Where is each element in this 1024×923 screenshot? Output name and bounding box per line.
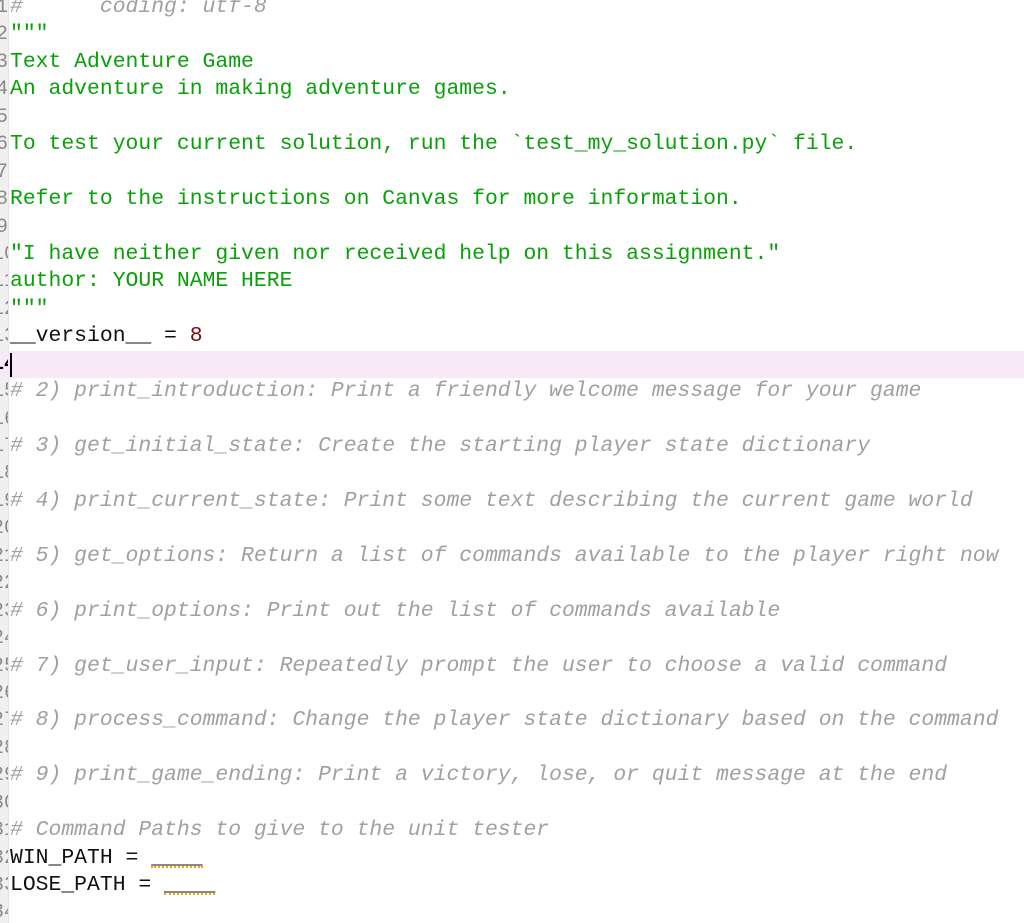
code-line-19[interactable]: 19 # 4) print_current_state: Print some …	[0, 488, 1024, 515]
line-number: 31	[0, 817, 8, 844]
comment-process-command: # 8) process_command: Change the player …	[10, 708, 999, 733]
code-line-23[interactable]: 23 # 6) print_options: Print out the lis…	[0, 598, 1024, 625]
code-line-29[interactable]: 29 # 9) print_game_ending: Print a victo…	[0, 762, 1024, 789]
docstring-test-instructions: To test your current solution, run the `…	[10, 132, 858, 157]
docstring-open: """	[10, 22, 49, 47]
code-line-17[interactable]: 17 # 3) get_initial_state: Create the st…	[0, 433, 1024, 460]
code-line-20[interactable]: 20	[0, 515, 1024, 542]
line-number: 4	[0, 78, 8, 102]
code-line-15[interactable]: 15 # 2) print_introduction: Print a frie…	[0, 378, 1024, 405]
line-number: 12	[0, 296, 8, 323]
code-line-3[interactable]: 3 Text Adventure Game	[0, 49, 1024, 76]
text-cursor	[10, 352, 12, 377]
code-line-27[interactable]: 27 # 8) process_command: Change the play…	[0, 707, 1024, 734]
code-line-14-current[interactable]: 14	[0, 350, 1024, 379]
line-number: 5	[0, 105, 8, 129]
line-number: 15	[0, 378, 8, 405]
code-line-26[interactable]: 26	[0, 680, 1024, 707]
code-line-4[interactable]: 4 An adventure in making adventure games…	[0, 76, 1024, 103]
line-number: 1	[0, 0, 8, 19]
comment-get-user-input: # 7) get_user_input: Repeatedly prompt t…	[10, 653, 948, 678]
code-lines: 1 # coding: utf-8 2 """ 3 Text Adventure…	[0, 0, 1024, 923]
version-value: 8	[189, 324, 203, 349]
comment-get-options: # 5) get_options: Return a list of comma…	[10, 543, 999, 568]
line-number: 13	[0, 323, 8, 350]
docstring-close: """	[10, 296, 49, 321]
coding-comment: # coding: utf-8	[10, 0, 267, 19]
docstring-author: author: YOUR NAME HERE	[10, 269, 293, 294]
line-number: 20	[0, 515, 8, 542]
lose-path-name: LOSE_PATH =	[10, 873, 165, 897]
line-number: 26	[0, 680, 8, 707]
line-number: 25	[0, 653, 8, 680]
docstring-title: Text Adventure Game	[10, 49, 254, 74]
code-line-21[interactable]: 21 # 5) get_options: Return a list of co…	[0, 543, 1024, 570]
line-number: 10	[0, 241, 8, 268]
line-number: 34	[0, 899, 8, 923]
code-line-13[interactable]: 13 __version__ = 8	[0, 323, 1024, 350]
line-number: 3	[0, 50, 8, 74]
docstring-canvas-note: Refer to the instructions on Canvas for …	[10, 187, 742, 212]
code-line-34[interactable]: 34	[0, 899, 1024, 923]
code-line-12[interactable]: 12 """	[0, 296, 1024, 323]
line-number: 14	[0, 351, 8, 378]
code-line-16[interactable]: 16	[0, 406, 1024, 433]
win-path-assignment: WIN_PATH = ____	[10, 845, 203, 872]
comment-print-game-ending: # 9) print_game_ending: Print a victory,…	[10, 763, 948, 788]
version-assignment: __version__ = 8	[10, 323, 203, 350]
code-line-33[interactable]: 33 LOSE_PATH = ____	[0, 872, 1024, 899]
line-number: 18	[0, 460, 8, 487]
line-number: 22	[0, 570, 8, 597]
code-line-25[interactable]: 25 # 7) get_user_input: Repeatedly promp…	[0, 653, 1024, 680]
code-line-18[interactable]: 18	[0, 460, 1024, 487]
version-name: __version__ =	[10, 324, 190, 349]
line-number: 9	[0, 215, 8, 239]
line-number: 30	[0, 790, 8, 817]
win-path-placeholder-warning[interactable]: ____	[151, 845, 203, 872]
comment-print-current-state: # 4) print_current_state: Print some tex…	[10, 488, 973, 513]
line-number: 2	[0, 23, 8, 47]
line-number: 29	[0, 762, 8, 789]
code-line-11[interactable]: 11 author: YOUR NAME HERE	[0, 268, 1024, 295]
line-number: 33	[0, 872, 8, 899]
comment-command-paths: # Command Paths to give to the unit test…	[10, 818, 550, 843]
code-line-7[interactable]: 7	[0, 159, 1024, 186]
comment-print-introduction: # 2) print_introduction: Print a friendl…	[10, 379, 922, 404]
win-path-name: WIN_PATH =	[10, 845, 152, 870]
code-line-32[interactable]: 32 WIN_PATH = ____	[0, 845, 1024, 872]
line-number: 8	[0, 188, 8, 212]
code-line-28[interactable]: 28	[0, 735, 1024, 762]
line-number: 21	[0, 543, 8, 570]
lose-path-placeholder-warning[interactable]: ____	[164, 872, 216, 899]
docstring-honor-pledge: "I have neither given nor received help …	[10, 241, 781, 266]
line-number: 32	[0, 845, 8, 872]
code-line-24[interactable]: 24	[0, 625, 1024, 652]
line-number: 7	[0, 160, 8, 184]
code-line-31[interactable]: 31 # Command Paths to give to the unit t…	[0, 817, 1024, 844]
code-line-6[interactable]: 6 To test your current solution, run the…	[0, 131, 1024, 158]
code-line-22[interactable]: 22	[0, 570, 1024, 597]
comment-get-initial-state: # 3) get_initial_state: Create the start…	[10, 434, 871, 458]
code-line-8[interactable]: 8 Refer to the instructions on Canvas fo…	[0, 186, 1024, 213]
code-line-1[interactable]: 1 # coding: utf-8	[0, 0, 1024, 21]
docstring-subtitle: An adventure in making adventure games.	[10, 77, 511, 102]
code-editor[interactable]: 1 # coding: utf-8 2 """ 3 Text Adventure…	[0, 0, 1024, 923]
code-line-9[interactable]: 9	[0, 214, 1024, 241]
code-line-30[interactable]: 30	[0, 790, 1024, 817]
comment-print-options: # 6) print_options: Print out the list o…	[10, 598, 781, 623]
line-number: 28	[0, 735, 8, 762]
code-line-2[interactable]: 2 """	[0, 21, 1024, 48]
code-line-5[interactable]: 5	[0, 104, 1024, 131]
line-number: 27	[0, 707, 8, 734]
line-number: 6	[0, 133, 8, 157]
line-number: 24	[0, 625, 8, 652]
line-number: 16	[0, 406, 8, 433]
code-line-10[interactable]: 10 "I have neither given nor received he…	[0, 241, 1024, 268]
line-number: 19	[0, 488, 8, 515]
line-number: 11	[0, 268, 8, 295]
line-number: 17	[0, 433, 8, 460]
lose-path-assignment: LOSE_PATH = ____	[10, 872, 216, 899]
line-number: 23	[0, 598, 8, 625]
